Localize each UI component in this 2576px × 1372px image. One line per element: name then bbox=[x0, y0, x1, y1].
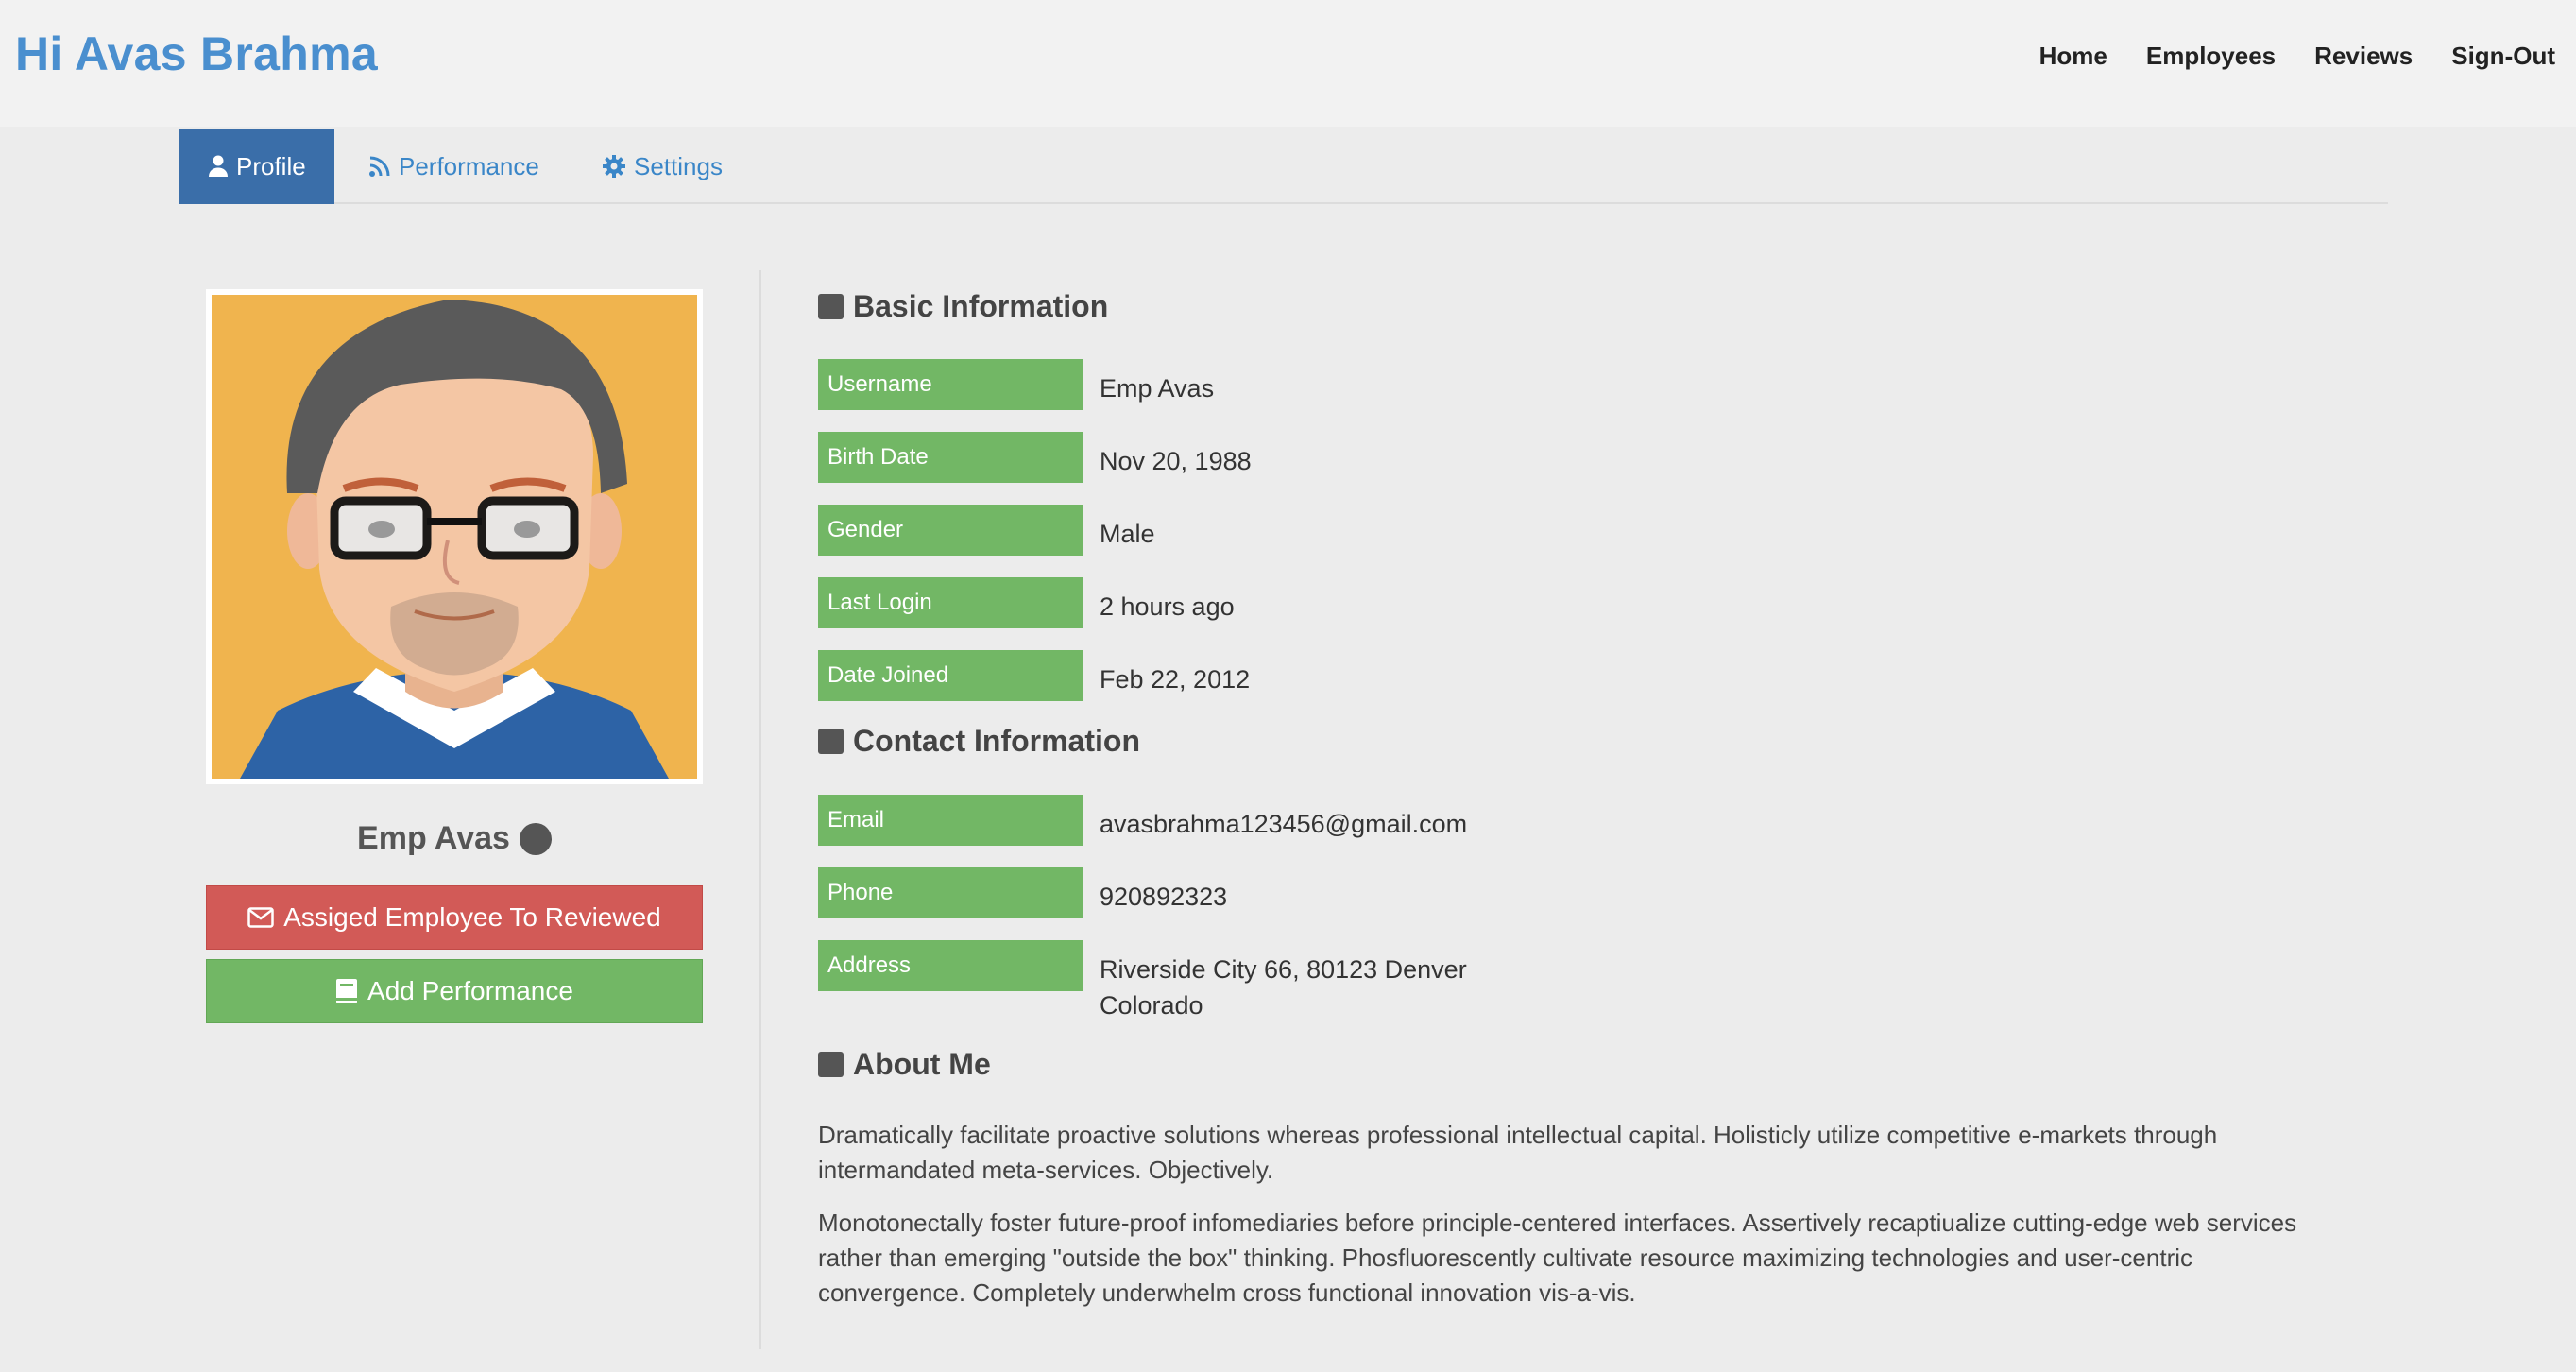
nav-reviews[interactable]: Reviews bbox=[2314, 42, 2413, 71]
field-value: Riverside City 66, 80123 Denver Colorado bbox=[1100, 955, 1467, 1020]
field-value: Feb 22, 2012 bbox=[1100, 665, 1251, 694]
field-value: Male bbox=[1100, 520, 1155, 548]
contact-info-title: Contact Information bbox=[853, 724, 1140, 758]
employee-name-text: Emp Avas bbox=[357, 820, 510, 856]
field-label: Gender bbox=[818, 505, 1083, 556]
info-row-gender: Gender Male bbox=[818, 505, 1496, 556]
add-performance-label: Add Performance bbox=[367, 976, 573, 1005]
nav-links: Home Employees Reviews Sign-Out bbox=[2039, 42, 2555, 71]
greeting-brand[interactable]: Hi Avas Brahma bbox=[15, 26, 378, 81]
field-value: avasbrahma123456@gmail.com bbox=[1100, 810, 1468, 838]
info-row-email: Email avasbrahma123456@gmail.com bbox=[818, 795, 1496, 846]
field-label: Last Login bbox=[818, 577, 1083, 628]
assign-employee-label: Assiged Employee To Reviewed bbox=[283, 902, 661, 932]
tab-profile[interactable]: Profile bbox=[179, 129, 334, 204]
profile-card: Emp Avas Assiged Employee To Reviewed Ad… bbox=[206, 289, 703, 1023]
about-me-title: About Me bbox=[853, 1047, 991, 1081]
info-row-last-login: Last Login 2 hours ago bbox=[818, 577, 1496, 628]
field-value: 2 hours ago bbox=[1100, 592, 1235, 621]
field-value: Emp Avas bbox=[1100, 374, 1215, 403]
avatar-illustration bbox=[212, 295, 697, 779]
tab-profile-label: Profile bbox=[236, 151, 306, 180]
square-icon bbox=[818, 294, 844, 319]
top-navbar: Hi Avas Brahma Home Employees Reviews Si… bbox=[0, 0, 2576, 127]
profile-tabs: Profile Performance Settings bbox=[179, 129, 2388, 204]
info-row-username: Username Emp Avas bbox=[818, 359, 1496, 410]
field-label: Phone bbox=[818, 867, 1083, 918]
field-label: Date Joined bbox=[818, 650, 1083, 701]
field-label: Birth Date bbox=[818, 432, 1083, 483]
envelope-icon bbox=[247, 907, 274, 928]
contact-info-heading: Contact Information bbox=[818, 724, 1140, 759]
field-label: Email bbox=[818, 795, 1083, 846]
basic-info-heading: Basic Information bbox=[818, 289, 1108, 324]
tab-settings-label: Settings bbox=[634, 151, 723, 180]
about-me-heading: About Me bbox=[818, 1047, 991, 1082]
nav-sign-out[interactable]: Sign-Out bbox=[2451, 42, 2555, 71]
field-value: 920892323 bbox=[1100, 883, 1228, 911]
assign-employee-button[interactable]: Assiged Employee To Reviewed bbox=[206, 885, 703, 950]
info-row-birth-date: Birth Date Nov 20, 1988 bbox=[818, 432, 1496, 483]
square-icon bbox=[818, 1052, 844, 1077]
column-divider bbox=[759, 270, 761, 1349]
about-paragraph-2: Monotonectally foster future-proof infom… bbox=[818, 1209, 2297, 1307]
avatar bbox=[206, 289, 703, 784]
field-label: Address bbox=[818, 940, 1083, 991]
status-dot-icon bbox=[519, 822, 552, 855]
add-performance-button[interactable]: Add Performance bbox=[206, 959, 703, 1023]
basic-info-title: Basic Information bbox=[853, 289, 1109, 323]
nav-home[interactable]: Home bbox=[2039, 42, 2107, 71]
field-label: Username bbox=[818, 359, 1083, 410]
square-icon bbox=[818, 729, 844, 754]
tab-performance[interactable]: Performance bbox=[368, 129, 539, 204]
gear-icon bbox=[603, 155, 625, 178]
tab-performance-label: Performance bbox=[399, 151, 539, 180]
info-row-phone: Phone 920892323 bbox=[818, 867, 1496, 918]
info-row-date-joined: Date Joined Feb 22, 2012 bbox=[818, 650, 1496, 701]
rss-icon bbox=[369, 156, 390, 177]
book-icon bbox=[336, 979, 358, 1003]
employee-name: Emp Avas bbox=[206, 820, 703, 857]
user-icon bbox=[209, 155, 228, 177]
about-paragraph-1: Dramatically facilitate proactive soluti… bbox=[818, 1121, 2218, 1184]
field-value: Nov 20, 1988 bbox=[1100, 447, 1252, 475]
info-row-address: Address Riverside City 66, 80123 Denver … bbox=[818, 940, 1496, 1023]
tab-settings[interactable]: Settings bbox=[602, 129, 723, 204]
nav-employees[interactable]: Employees bbox=[2146, 42, 2276, 71]
